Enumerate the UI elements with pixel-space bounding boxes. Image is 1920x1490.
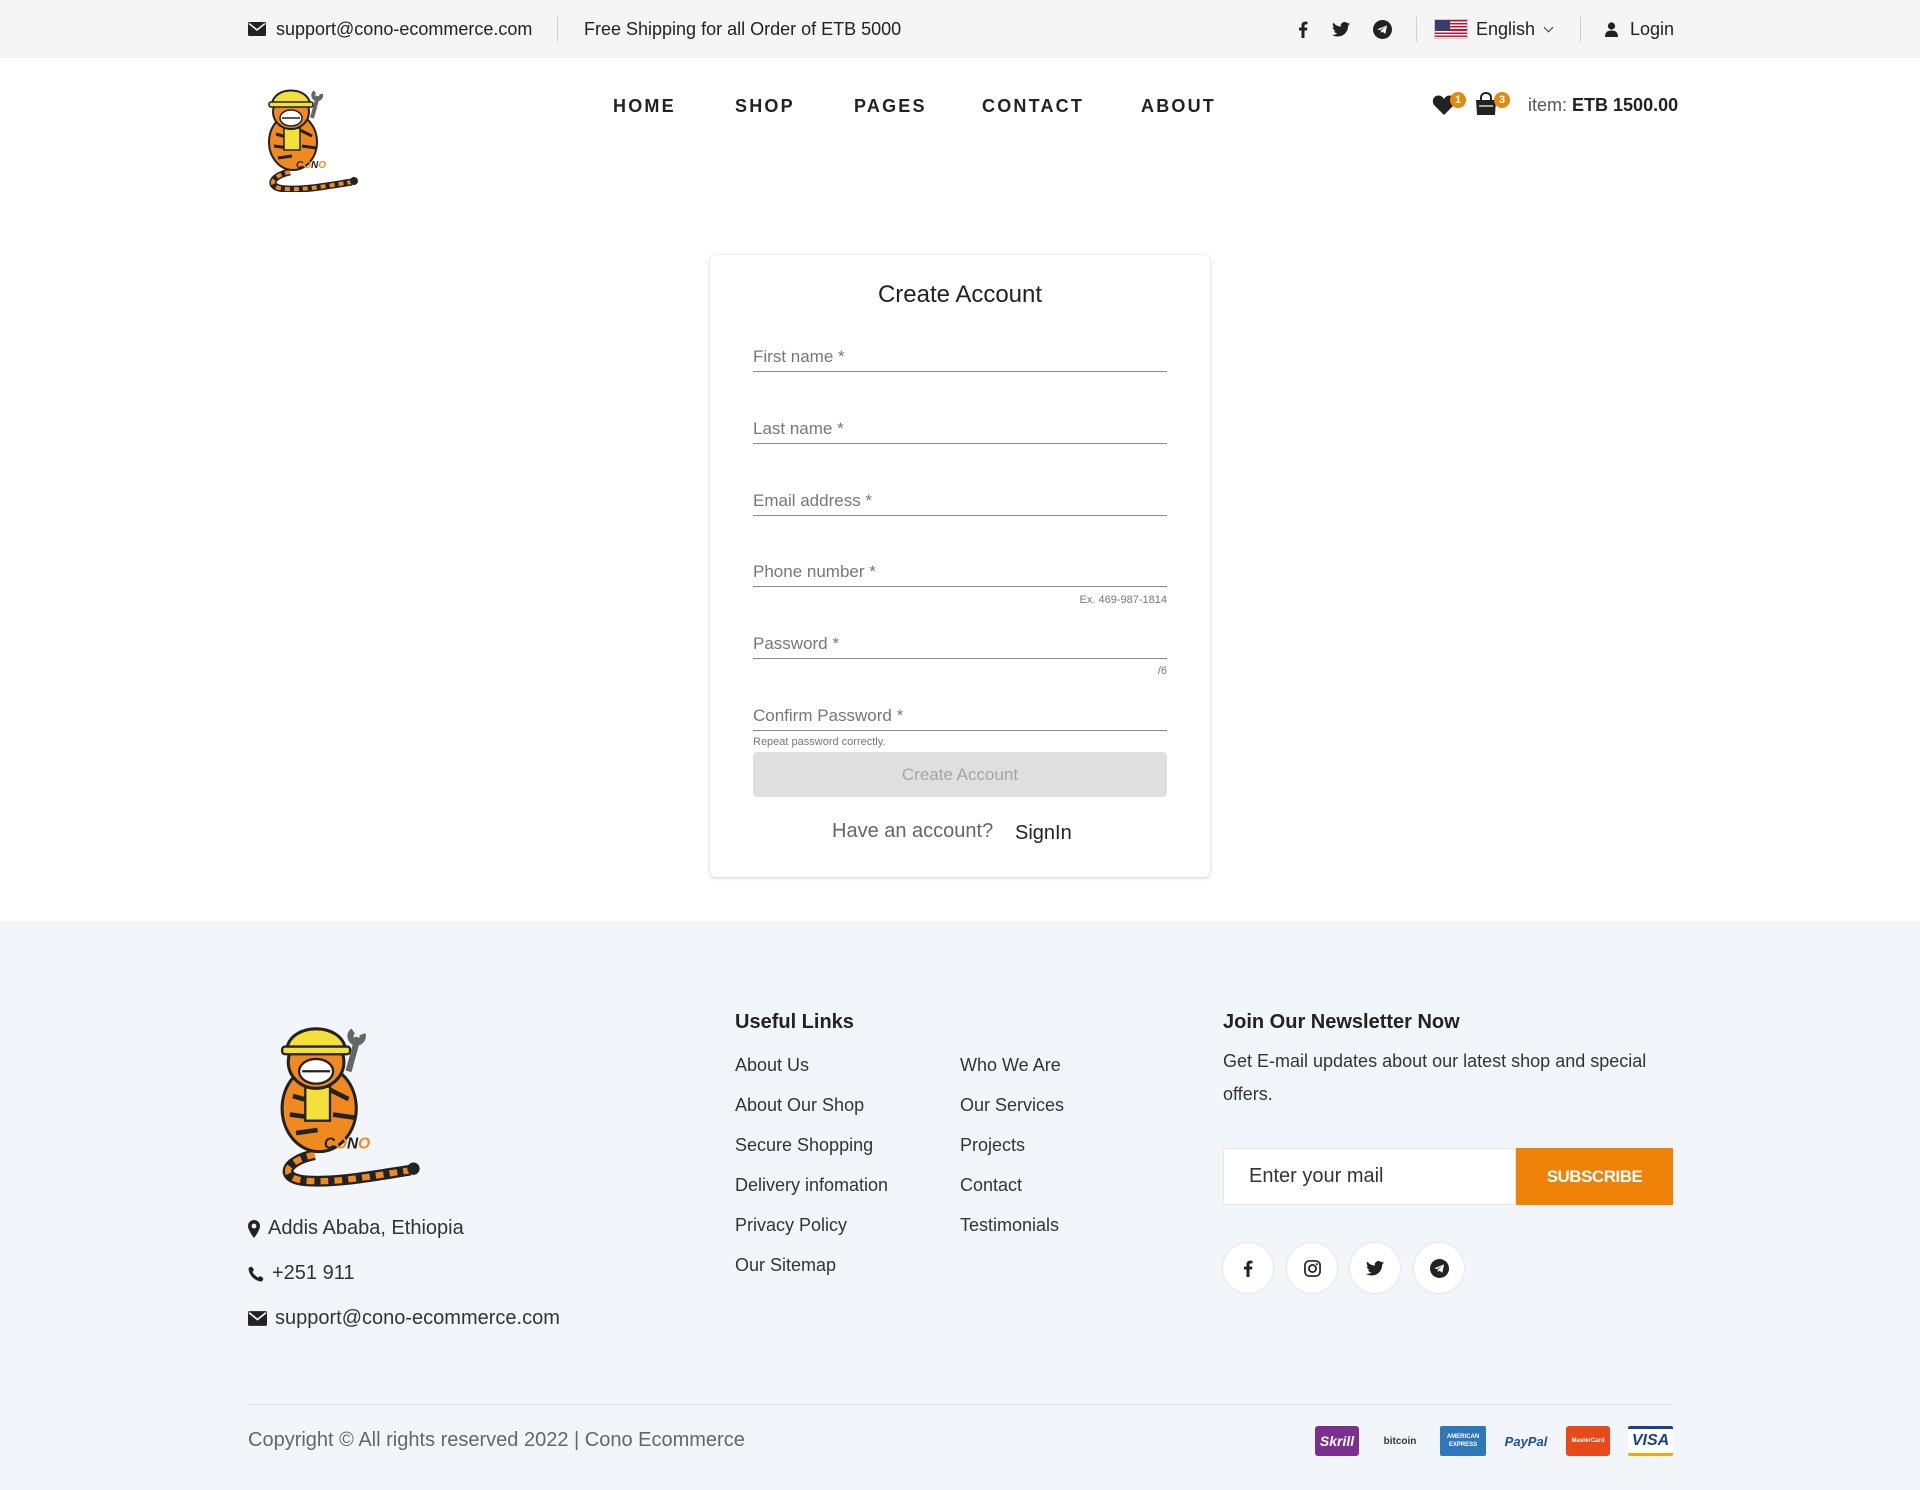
footer-facebook-icon[interactable]	[1223, 1243, 1273, 1293]
footer-phone-text: +251 911	[272, 1262, 355, 1284]
visa-payment-icon: VISA	[1628, 1426, 1673, 1456]
cart-button[interactable]: 3	[1474, 92, 1510, 120]
footer-link-about-us[interactable]: About Us	[735, 1055, 809, 1076]
wishlist-button[interactable]: 1	[1432, 92, 1466, 120]
last-name-field	[753, 404, 1167, 444]
password-input[interactable]	[753, 619, 1167, 659]
cart-total-amount: ETB 1500.00	[1572, 95, 1679, 115]
top-bar: support@cono-ecommerce.com Free Shipping…	[0, 0, 1920, 58]
newsletter-email-input[interactable]	[1223, 1148, 1516, 1205]
footer-link-delivery-information[interactable]: Delivery infomation	[735, 1175, 888, 1196]
copyright-text: Copyright © All rights reserved 2022 | C…	[248, 1429, 745, 1451]
footer-twitter-icon[interactable]	[1350, 1243, 1400, 1293]
footer-email[interactable]: support@cono-ecommerce.com	[248, 1307, 560, 1330]
phone-field	[753, 547, 1167, 587]
bitcoin-payment-icon: bitcoin	[1383, 1435, 1417, 1447]
first-name-field	[753, 332, 1167, 372]
footer-instagram-icon[interactable]	[1287, 1243, 1337, 1293]
phone-hint: Ex. 469-987-1814	[1079, 594, 1167, 606]
map-marker-icon	[248, 1219, 260, 1238]
confirm-password-input[interactable]	[753, 691, 1167, 731]
login-link[interactable]: Login	[1605, 0, 1674, 58]
nav-shop[interactable]: SHOP	[735, 96, 795, 117]
page-title: Create Account	[877, 281, 1043, 308]
footer-email-text: support@cono-ecommerce.com	[275, 1307, 560, 1329]
have-account-text: Have an account?	[832, 820, 994, 842]
newsletter-heading: Join Our Newsletter Now	[1223, 1011, 1460, 1033]
footer-link-our-services[interactable]: Our Services	[960, 1095, 1064, 1116]
login-label: Login	[1630, 18, 1675, 39]
footer-link-privacy-policy[interactable]: Privacy Policy	[735, 1215, 847, 1236]
tiger-logo-icon: CONO	[268, 89, 358, 193]
telegram-icon[interactable]	[1371, 18, 1393, 40]
phone-icon	[248, 1266, 264, 1281]
footer-link-secure-shopping[interactable]: Secure Shopping	[735, 1135, 873, 1156]
footer-address-text: Addis Ababa, Ethiopia	[268, 1217, 464, 1239]
footer-link-contact[interactable]: Contact	[960, 1175, 1022, 1196]
footer-phone[interactable]: +251 911	[248, 1262, 355, 1285]
nav-home[interactable]: HOME	[613, 96, 676, 117]
footer-link-projects[interactable]: Projects	[960, 1135, 1025, 1156]
footer-divider	[248, 1404, 1673, 1405]
svg-text:CONO: CONO	[296, 160, 326, 171]
cart-item-label: item:	[1528, 95, 1568, 115]
nav-contact[interactable]: CONTACT	[982, 96, 1084, 117]
footer-link-who-we-are[interactable]: Who We Are	[960, 1055, 1061, 1076]
svg-text:CONO: CONO	[324, 1136, 370, 1153]
newsletter-description: Get E-mail updates about our latest shop…	[1223, 1051, 1647, 1104]
amex-payment-icon: AMERICAN EXPRESS	[1440, 1426, 1486, 1456]
footer-link-our-sitemap[interactable]: Our Sitemap	[735, 1255, 836, 1276]
cart-count-badge: 3	[1494, 92, 1510, 108]
useful-links-heading: Useful Links	[735, 1011, 854, 1033]
create-account-button[interactable]: Create Account	[753, 752, 1167, 797]
language-label: English	[1476, 18, 1536, 39]
envelope-icon	[248, 22, 266, 36]
footer-address: Addis Ababa, Ethiopia	[248, 1217, 464, 1240]
first-name-input[interactable]	[753, 332, 1167, 372]
language-selector[interactable]: English	[1434, 0, 1554, 58]
nav-pages[interactable]: PAGES	[854, 96, 927, 117]
email-field	[753, 476, 1167, 516]
footer-link-testimonials[interactable]: Testimonials	[960, 1215, 1059, 1236]
divider	[1416, 17, 1417, 42]
facebook-icon[interactable]	[1292, 18, 1314, 40]
twitter-icon[interactable]	[1330, 18, 1352, 40]
footer-logo[interactable]: CONO	[262, 1005, 432, 1187]
footer-telegram-icon[interactable]	[1414, 1243, 1464, 1293]
confirm-password-hint: Repeat password correctly.	[753, 736, 886, 748]
footer-link-about-our-shop[interactable]: About Our Shop	[735, 1095, 864, 1116]
wishlist-count-badge: 1	[1450, 92, 1466, 108]
password-counter: /6	[1157, 665, 1167, 677]
site-logo[interactable]: CONO	[256, 76, 366, 193]
nav-about[interactable]: ABOUT	[1141, 96, 1216, 117]
user-icon	[1605, 21, 1618, 37]
topbar-email[interactable]: support@cono-ecommerce.com	[248, 0, 532, 58]
shipping-notice: Free Shipping for all Order of ETB 5000	[584, 18, 902, 39]
subscribe-button[interactable]: SUBSCRIBE	[1516, 1148, 1673, 1205]
last-name-input[interactable]	[753, 404, 1167, 444]
create-account-card: Create Account Ex. 469-987-1814 /6 Repea…	[710, 255, 1210, 877]
chevron-down-icon	[1543, 22, 1554, 32]
envelope-icon	[248, 1311, 267, 1326]
mastercard-payment-icon: MasterCard	[1566, 1426, 1610, 1456]
paypal-payment-icon: PayPal	[1504, 1433, 1548, 1449]
topbar-email-text: support@cono-ecommerce.com	[276, 18, 533, 39]
skrill-payment-icon: Skrill	[1315, 1426, 1359, 1456]
cart-total[interactable]: item: ETB 1500.00	[1528, 95, 1678, 116]
us-flag-icon	[1434, 19, 1468, 39]
tiger-logo-icon: CONO	[280, 1027, 420, 1187]
confirm-password-field	[753, 691, 1167, 731]
signin-link[interactable]: SignIn	[1015, 822, 1072, 845]
password-field	[753, 619, 1167, 659]
email-input[interactable]	[753, 476, 1167, 516]
divider	[1580, 17, 1581, 42]
phone-input[interactable]	[753, 547, 1167, 587]
divider	[557, 17, 558, 42]
